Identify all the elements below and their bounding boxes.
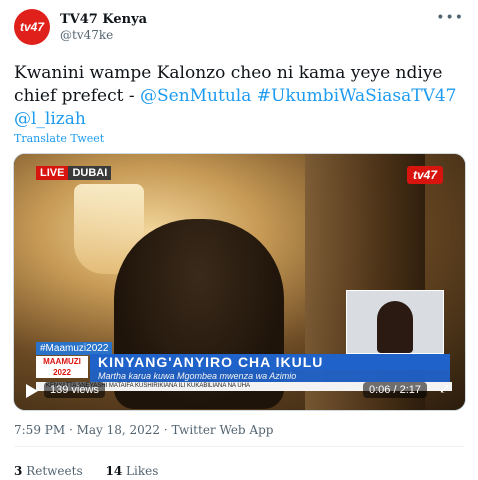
signer-figure bbox=[377, 301, 413, 353]
mention-l-lizah[interactable]: @l_lizah bbox=[14, 109, 86, 129]
tweet-header: tv47 TV47 Kenya @tv47ke ••• bbox=[0, 0, 478, 56]
likes-count: 14 bbox=[105, 464, 123, 478]
tweet-text: Kwanini wampe Kalonzo cheo ni kama yeye … bbox=[14, 62, 464, 131]
likes-link[interactable]: 14 Likes bbox=[106, 464, 159, 478]
engagement-stats: 3 Retweets 14 Likes bbox=[14, 464, 158, 478]
headline-banner: KINYANG'ANYIRO CHA IKULU bbox=[90, 354, 450, 370]
maamuzi-logo: MAAMUZI 2022 bbox=[36, 356, 88, 378]
live-label: LIVE bbox=[36, 166, 69, 180]
avatar[interactable]: tv47 bbox=[14, 9, 50, 45]
mention-senmutula[interactable]: @SenMutula bbox=[140, 86, 251, 106]
likes-label: Likes bbox=[126, 464, 159, 478]
retweets-count: 3 bbox=[14, 464, 23, 478]
view-count: 139 views bbox=[44, 382, 105, 398]
location-label: DUBAI bbox=[68, 166, 112, 180]
tweet-timestamp[interactable]: 7:59 PM · May 18, 2022 · Twitter Web App bbox=[14, 423, 273, 437]
divider bbox=[14, 446, 464, 447]
video-time: 0:06 / 2:17 bbox=[363, 382, 427, 398]
video-player[interactable]: LIVE DUBAI tv47 #Maamuzi2022 MAAMUZI 202… bbox=[13, 153, 466, 411]
retweets-label: Retweets bbox=[26, 464, 83, 478]
play-icon[interactable] bbox=[26, 384, 38, 398]
account-handle[interactable]: @tv47ke bbox=[60, 28, 113, 42]
live-badge: LIVE DUBAI bbox=[36, 166, 112, 180]
fullscreen-icon[interactable]: ⤢ bbox=[439, 382, 453, 397]
video-controls: 139 views 0:06 / 2:17 ⤢ bbox=[14, 376, 465, 410]
translate-tweet-link[interactable]: Translate Tweet bbox=[14, 132, 104, 145]
channel-logo: tv47 bbox=[406, 166, 443, 184]
retweets-link[interactable]: 3 Retweets bbox=[14, 464, 83, 478]
ellipsis-icon[interactable]: ••• bbox=[436, 10, 464, 26]
sign-language-inset bbox=[346, 290, 444, 354]
hashtag-ukumbi[interactable]: #UkumbiWaSiasaTV47 bbox=[257, 86, 457, 106]
account-name[interactable]: TV47 Kenya bbox=[60, 12, 147, 27]
